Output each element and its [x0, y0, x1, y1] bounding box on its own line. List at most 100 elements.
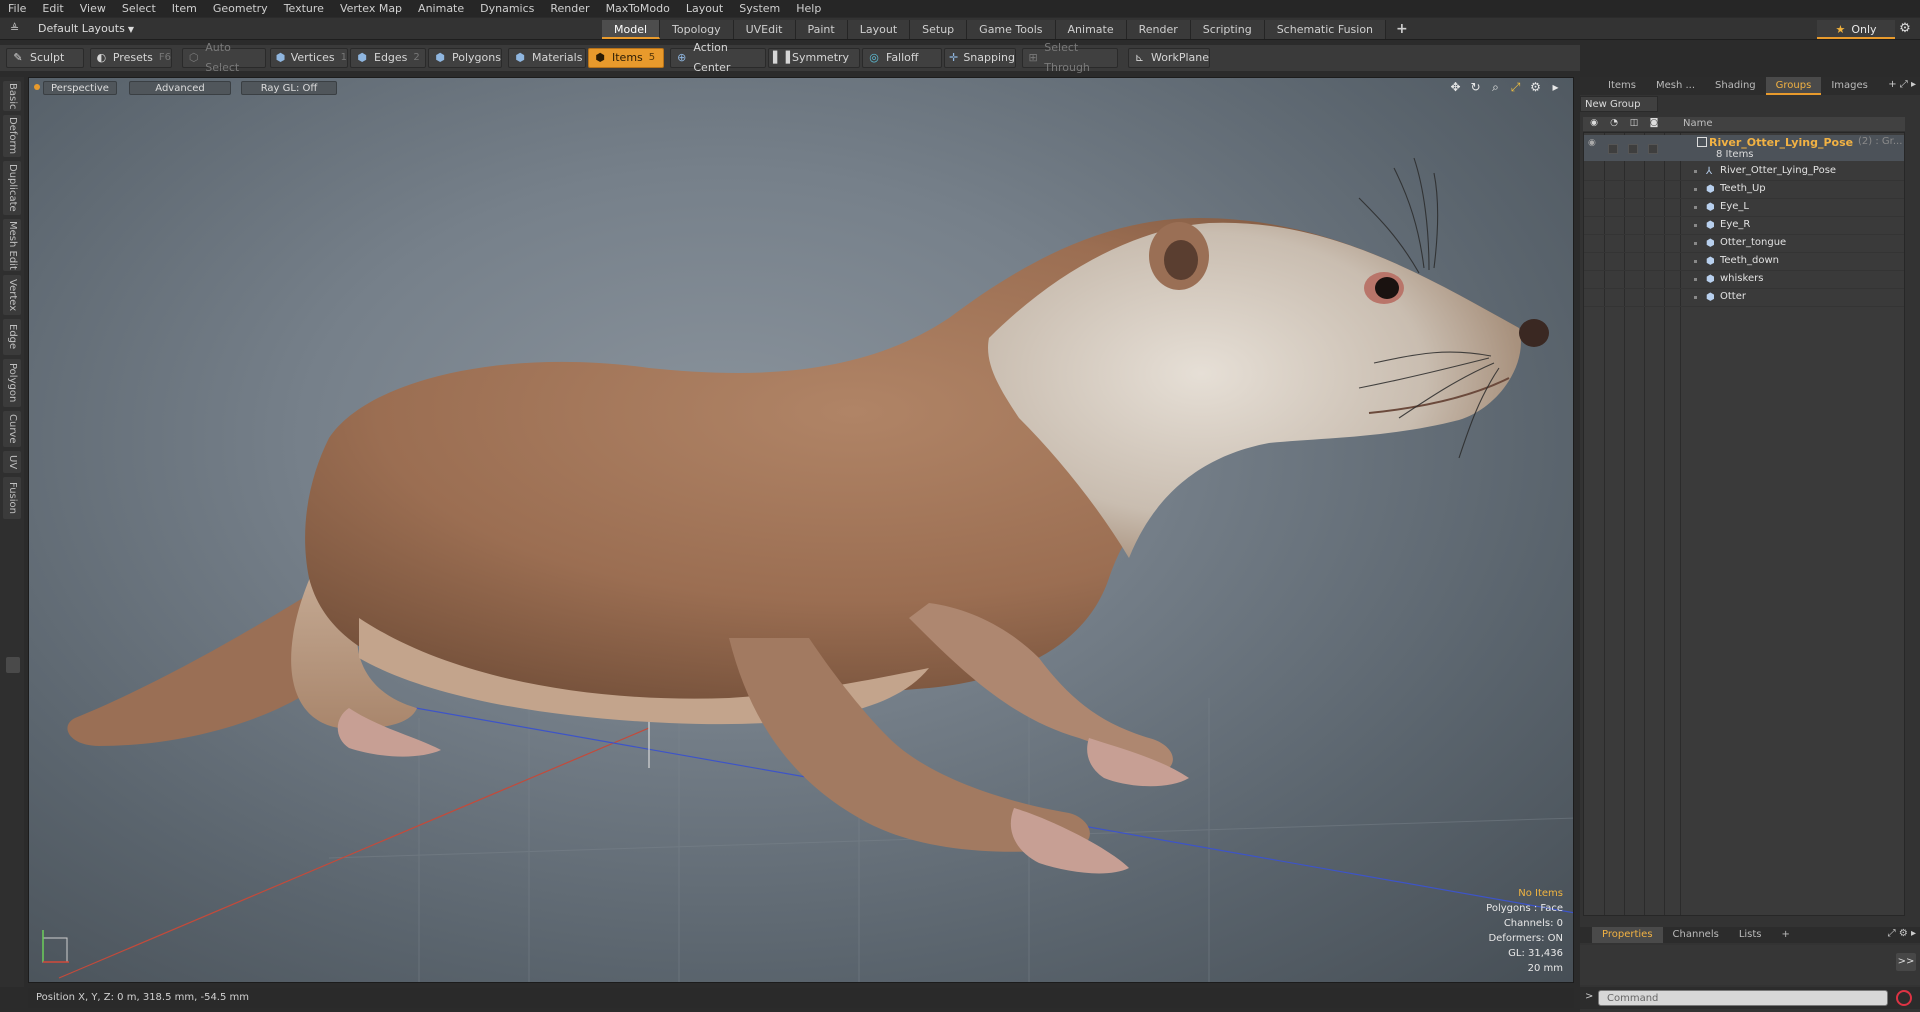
edges-button[interactable]: ⬢ Edges 2	[350, 48, 426, 68]
left-tab-vertex[interactable]: Vertex	[3, 275, 21, 315]
list-item[interactable]: ⅄ River_Otter_Lying_Pose	[1584, 163, 1904, 181]
tab-uvedit[interactable]: UVEdit	[733, 20, 796, 39]
left-tab-deform[interactable]: Deform	[3, 115, 21, 157]
new-group-button[interactable]: New Group	[1580, 96, 1658, 112]
menu-texture[interactable]: Texture	[276, 0, 332, 17]
tab-model[interactable]: Model	[602, 20, 661, 39]
snapping-button[interactable]: ✛ Snapping	[944, 48, 1016, 68]
command-history-icon[interactable]: >	[1585, 991, 1593, 1002]
menu-dynamics[interactable]: Dynamics	[472, 0, 542, 17]
tab-game-tools[interactable]: Game Tools	[967, 20, 1056, 39]
select-through-button[interactable]: ⊞ Select Through	[1022, 41, 1118, 74]
rotate-icon[interactable]: ↻	[1468, 80, 1483, 95]
list-item[interactable]: ⬢ Otter	[1584, 289, 1904, 307]
shading-mode-button[interactable]: Advanced	[129, 81, 231, 95]
menu-select[interactable]: Select	[114, 0, 164, 17]
layout-menu-icon[interactable]: ≜	[10, 22, 22, 36]
left-tab-fusion[interactable]: Fusion	[3, 477, 21, 519]
3d-viewport[interactable]: Perspective Advanced Ray GL: Off ✥ ↻ ⌕ ⤢…	[28, 77, 1574, 983]
render-column-icon[interactable]: ◔	[1607, 118, 1621, 130]
select-column-icon[interactable]: ◙	[1647, 118, 1661, 130]
list-item[interactable]: ⬢ Eye_L	[1584, 199, 1904, 217]
viewport-gear-icon[interactable]: ⚙	[1528, 80, 1543, 95]
left-tab-edge[interactable]: Edge	[3, 319, 21, 355]
tab-scripting[interactable]: Scripting	[1190, 20, 1265, 39]
sculpt-button[interactable]: ✎ Sculpt	[6, 48, 84, 68]
render-toggle[interactable]	[1608, 144, 1618, 154]
presets-button[interactable]: ◐ Presets F6	[90, 48, 172, 68]
expand-button[interactable]: >>	[1896, 953, 1916, 971]
tab-images[interactable]: Images	[1821, 77, 1878, 95]
list-item[interactable]: ⬢ Teeth_Up	[1584, 181, 1904, 199]
menu-maxtomodo[interactable]: MaxToModo	[598, 0, 678, 17]
add-properties-tab-button[interactable]: +	[1772, 927, 1800, 943]
tab-properties[interactable]: Properties	[1592, 927, 1663, 943]
viewport-menu-icon[interactable]: ▸	[1548, 80, 1563, 95]
tab-mesh[interactable]: Mesh ...	[1646, 77, 1705, 95]
command-input[interactable]	[1598, 990, 1888, 1006]
left-tab-duplicate[interactable]: Duplicate	[3, 161, 21, 215]
list-item[interactable]: ⬢ Teeth_down	[1584, 253, 1904, 271]
list-item[interactable]: ⬢ Eye_R	[1584, 217, 1904, 235]
list-item[interactable]: ⬢ Otter_tongue	[1584, 235, 1904, 253]
properties-expand-icon[interactable]: ⤢ ⚙ ▸	[1888, 928, 1916, 939]
visibility-column-icon[interactable]: ◉	[1587, 118, 1601, 130]
eye-icon[interactable]: ◉	[1588, 138, 1598, 148]
menu-help[interactable]: Help	[788, 0, 829, 17]
action-center-button[interactable]: ⊕ Action Center	[670, 41, 766, 74]
tab-items[interactable]: Items	[1598, 77, 1646, 95]
menu-animate[interactable]: Animate	[410, 0, 472, 17]
tab-setup[interactable]: Setup	[910, 20, 968, 39]
menu-layout[interactable]: Layout	[678, 0, 731, 17]
vertices-button[interactable]: ⬢ Vertices 1	[270, 48, 348, 68]
only-toggle-button[interactable]: ★ Only	[1817, 20, 1895, 39]
left-tab-curve[interactable]: Curve	[3, 411, 21, 447]
left-tab-polygon[interactable]: Polygon	[3, 359, 21, 407]
layout-selector[interactable]: Default Layouts ▼	[30, 21, 170, 37]
lock-toggle[interactable]	[1628, 144, 1638, 154]
symmetry-button[interactable]: ▌▐ Symmetry	[768, 48, 860, 68]
name-column-header[interactable]: Name	[1683, 117, 1713, 131]
tab-topology[interactable]: Topology	[660, 20, 734, 39]
items-button[interactable]: ⬢ Items 5	[588, 48, 664, 68]
polygons-button[interactable]: ⬢ Polygons	[428, 48, 502, 68]
left-tab-mesh-edit[interactable]: Mesh Edit	[3, 219, 21, 271]
left-tab-basic[interactable]: Basic	[3, 81, 21, 111]
tab-shading[interactable]: Shading	[1705, 77, 1766, 95]
menu-render[interactable]: Render	[542, 0, 597, 17]
list-item[interactable]: ⬢ whiskers	[1584, 271, 1904, 289]
materials-button[interactable]: ⬢ Materials	[508, 48, 586, 68]
select-toggle[interactable]	[1648, 144, 1658, 154]
menu-vertex-map[interactable]: Vertex Map	[332, 0, 410, 17]
tab-layout[interactable]: Layout	[847, 20, 911, 39]
tab-animate[interactable]: Animate	[1055, 20, 1127, 39]
menu-edit[interactable]: Edit	[34, 0, 71, 17]
falloff-button[interactable]: ◎ Falloff	[862, 48, 942, 68]
view-mode-button[interactable]: Perspective	[43, 81, 117, 95]
raygl-button[interactable]: Ray GL: Off	[241, 81, 337, 95]
menu-system[interactable]: System	[731, 0, 788, 17]
tab-channels[interactable]: Channels	[1663, 927, 1729, 943]
group-row[interactable]: ◉ River_Otter_Lying_Pose (2) : Gr... 8 I…	[1584, 135, 1904, 161]
auto-select-button[interactable]: ⬡ Auto Select	[182, 41, 266, 74]
menu-view[interactable]: View	[72, 0, 114, 17]
panel-expand-icon[interactable]: + ⤢ ▸	[1888, 79, 1916, 90]
menu-item[interactable]: Item	[164, 0, 205, 17]
tab-lists[interactable]: Lists	[1729, 927, 1772, 943]
left-tab-uv[interactable]: UV	[3, 451, 21, 473]
menu-geometry[interactable]: Geometry	[205, 0, 276, 17]
pan-icon[interactable]: ✥	[1448, 80, 1463, 95]
lock-column-icon[interactable]: ◫	[1627, 118, 1641, 130]
command-clear-icon[interactable]	[1896, 990, 1912, 1006]
zoom-icon[interactable]: ⌕	[1488, 80, 1503, 95]
maximize-icon[interactable]: ⤢	[1508, 80, 1523, 95]
gear-icon[interactable]: ⚙	[1896, 21, 1914, 38]
tab-groups[interactable]: Groups	[1765, 77, 1822, 95]
workplane-button[interactable]: ⊾ WorkPlane	[1128, 48, 1210, 68]
tab-schematic-fusion[interactable]: Schematic Fusion	[1264, 20, 1387, 39]
left-panel-toggle[interactable]	[6, 657, 20, 673]
tab-paint[interactable]: Paint	[795, 20, 848, 39]
tab-render[interactable]: Render	[1126, 20, 1191, 39]
add-tab-button[interactable]: +	[1386, 20, 1418, 39]
menu-file[interactable]: File	[0, 0, 34, 17]
